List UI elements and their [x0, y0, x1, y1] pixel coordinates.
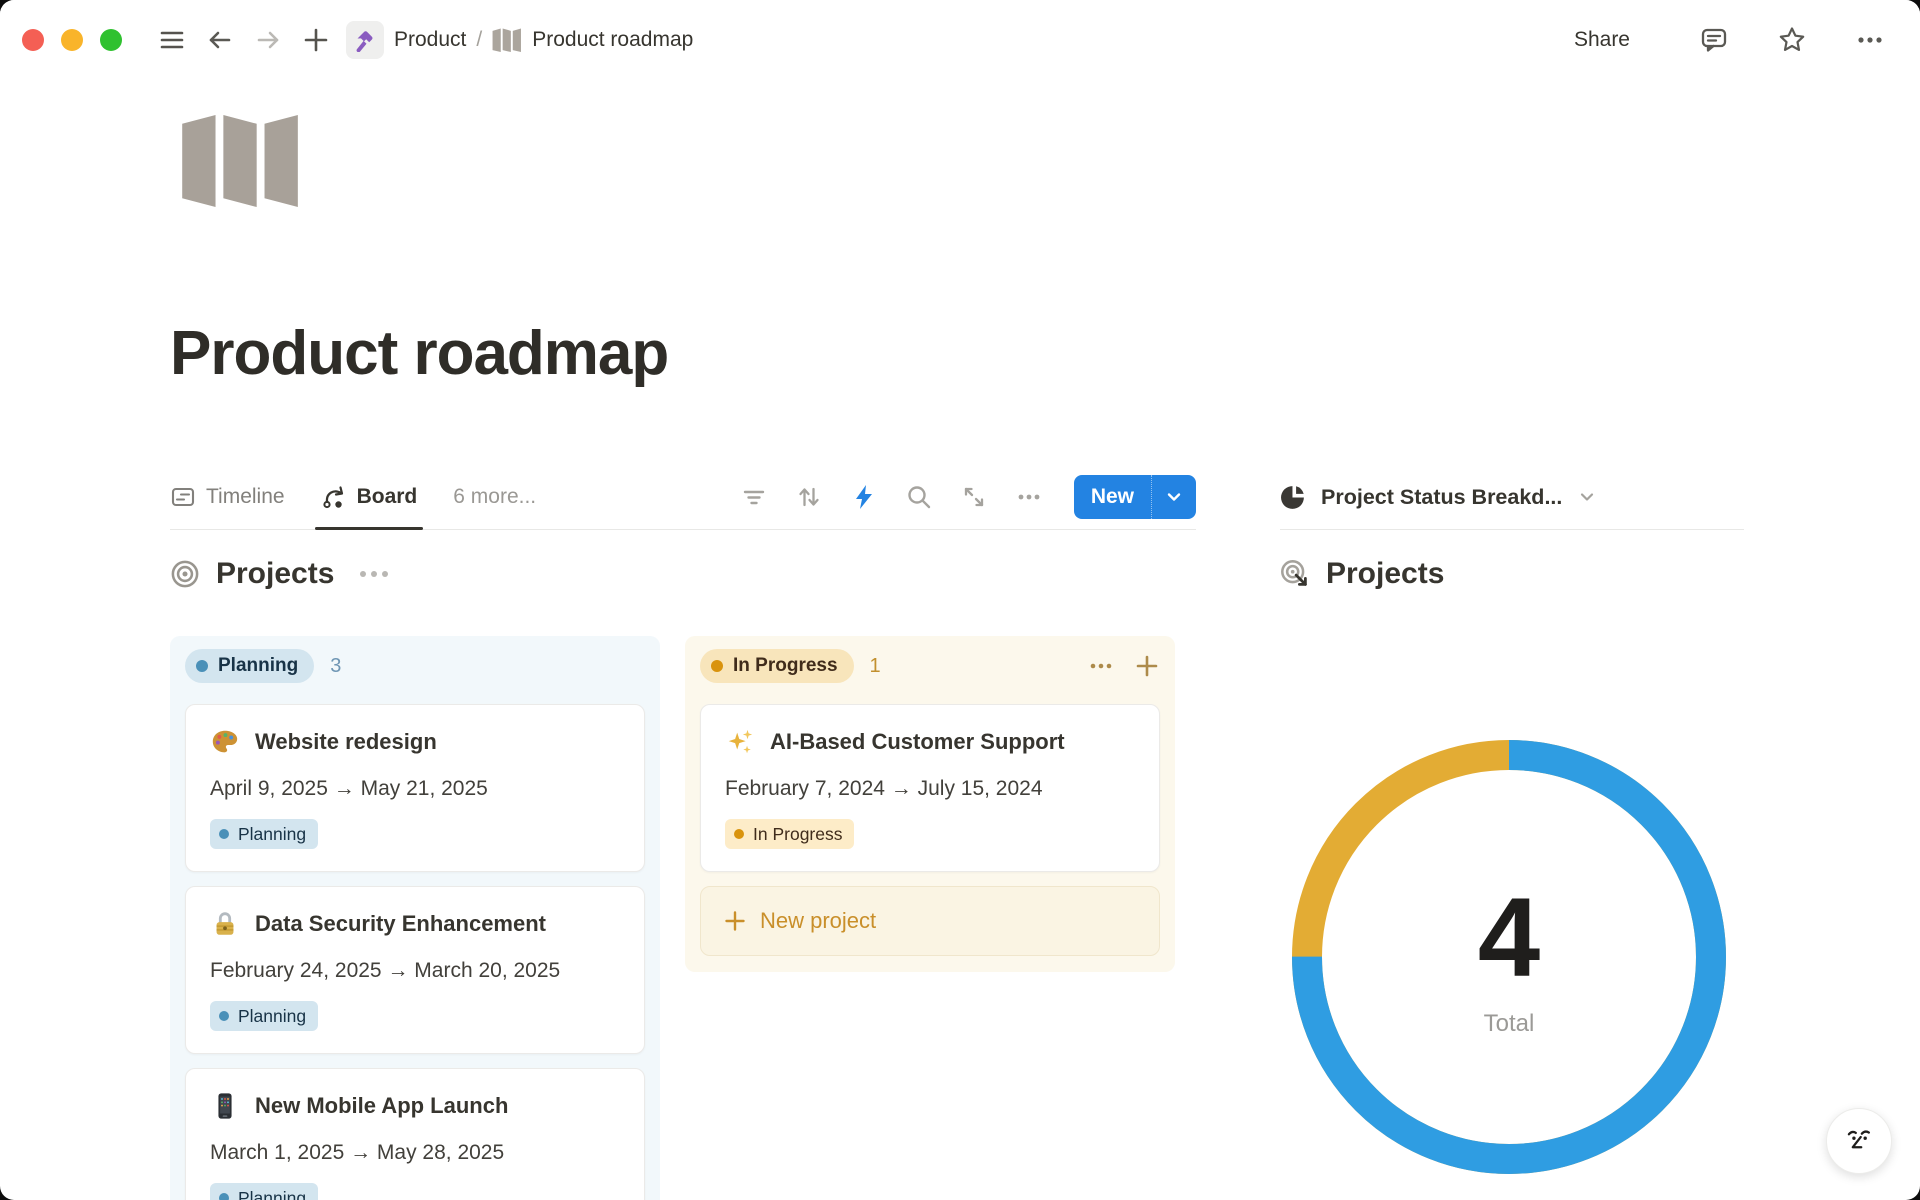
card-title: Website redesign: [255, 729, 437, 755]
page-map-icon[interactable]: [180, 112, 302, 215]
status-donut-chart: 4 Total: [1289, 737, 1729, 1177]
column-in-progress: In Progress 1: [685, 636, 1175, 972]
donut-total-value: 4: [1478, 882, 1540, 994]
chart-view-title: Project Status Breakd...: [1321, 485, 1562, 510]
in-progress-group-pill: In Progress: [700, 649, 854, 683]
favorite-star-icon[interactable]: [1777, 25, 1807, 55]
sidebar-menu-icon[interactable]: [157, 25, 187, 55]
new-project-button[interactable]: New project: [700, 886, 1160, 956]
planning-status-dot: [196, 660, 208, 672]
workspace-hammer-icon[interactable]: [346, 21, 384, 59]
target-icon: [170, 559, 200, 589]
card-dates: February 24, 2025 → March 20, 2025: [210, 959, 620, 983]
column-planning: Planning 3 Website redesign: [170, 636, 660, 1200]
column-options-icon[interactable]: [1088, 653, 1114, 679]
new-project-label: New project: [760, 908, 876, 934]
page-title: Product roadmap: [170, 318, 668, 389]
ai-face-icon: [1841, 1123, 1877, 1159]
board-view-pane: Timeline Board 6 more...: [170, 465, 1196, 1200]
view-toolbar: New: [740, 475, 1196, 519]
forward-icon[interactable]: [253, 25, 283, 55]
mobile-phone-emoji-icon: [210, 1091, 240, 1121]
planning-group-label: Planning: [218, 655, 298, 677]
planning-count: 3: [330, 655, 341, 678]
filter-icon[interactable]: [740, 483, 768, 511]
in-progress-count: 1: [870, 655, 881, 678]
new-record-button[interactable]: New: [1074, 475, 1196, 519]
card-status-tag: Planning: [210, 1183, 318, 1200]
card-status-tag: In Progress: [725, 819, 854, 849]
more-options-icon[interactable]: [1855, 25, 1885, 55]
chart-section-title: Projects: [1326, 557, 1444, 591]
titlebar: Product / Product roadmap Share: [0, 0, 1920, 80]
search-icon[interactable]: [905, 483, 933, 511]
app-window: Product / Product roadmap Share: [0, 0, 1920, 1200]
lock-emoji-icon: [210, 909, 240, 939]
automations-lightning-icon[interactable]: [850, 483, 878, 511]
card-new-mobile-app-launch[interactable]: New Mobile App Launch March 1, 2025 → Ma…: [185, 1068, 645, 1200]
breadcrumb: Product / Product roadmap: [346, 21, 693, 59]
kanban-columns: Planning 3 Website redesign: [170, 636, 1196, 1200]
card-ai-based-customer-support[interactable]: AI-Based Customer Support February 7, 20…: [700, 704, 1160, 872]
tab-more-views[interactable]: 6 more...: [453, 465, 536, 529]
donut-center-label: 4 Total: [1478, 882, 1540, 1038]
sparkles-emoji-icon: [725, 727, 755, 757]
board-section-header: Projects: [170, 546, 1196, 602]
minimize-window-button[interactable]: [61, 29, 83, 51]
column-planning-header: Planning 3: [185, 648, 645, 684]
card-status-tag: Planning: [210, 1001, 318, 1031]
column-add-card-icon[interactable]: [1134, 653, 1160, 679]
tab-timeline-label: Timeline: [206, 485, 285, 509]
card-data-security-enhancement[interactable]: Data Security Enhancement February 24, 2…: [185, 886, 645, 1054]
sort-icon[interactable]: [795, 483, 823, 511]
zoom-window-button[interactable]: [100, 29, 122, 51]
plus-icon: [723, 909, 747, 933]
board-section-title: Projects: [216, 557, 334, 591]
card-dates: February 7, 2024 → July 15, 2024: [725, 777, 1135, 801]
chart-section-header: Projects: [1280, 546, 1744, 602]
breadcrumb-separator: /: [476, 28, 482, 52]
tab-board[interactable]: Board: [321, 465, 418, 529]
in-progress-group-label: In Progress: [733, 655, 838, 677]
expand-view-icon[interactable]: [960, 483, 988, 511]
pie-chart-icon: [1280, 484, 1307, 511]
card-dates: April 9, 2025 → May 21, 2025: [210, 777, 620, 801]
tab-timeline[interactable]: Timeline: [170, 465, 285, 529]
card-title: Data Security Enhancement: [255, 911, 546, 937]
notion-ai-button[interactable]: [1826, 1108, 1892, 1174]
map-page-icon-small: [492, 27, 522, 53]
breadcrumb-workspace[interactable]: Product: [394, 28, 466, 52]
window-controls: [22, 29, 122, 51]
breadcrumb-page[interactable]: Product roadmap: [532, 28, 693, 52]
chevron-down-icon: [1576, 486, 1598, 508]
card-status-tag: Planning: [210, 819, 318, 849]
chart-view-selector[interactable]: Project Status Breakd...: [1280, 465, 1744, 530]
card-title: AI-Based Customer Support: [770, 729, 1065, 755]
new-button-dropdown[interactable]: [1151, 475, 1196, 519]
planning-group-pill: Planning: [185, 649, 314, 683]
new-page-icon[interactable]: [301, 25, 331, 55]
new-button-label[interactable]: New: [1074, 475, 1151, 519]
card-dates: March 1, 2025 → May 28, 2025: [210, 1141, 620, 1165]
view-tab-bar: Timeline Board 6 more...: [170, 465, 1196, 530]
titlebar-actions: Share: [1574, 25, 1894, 55]
view-options-icon[interactable]: [1015, 483, 1043, 511]
chart-view-pane: Project Status Breakd... Projects: [1280, 465, 1744, 602]
back-icon[interactable]: [205, 25, 235, 55]
tab-more-label: 6 more...: [453, 485, 536, 509]
share-button[interactable]: Share: [1574, 28, 1630, 52]
in-progress-status-dot: [711, 660, 723, 672]
tab-board-label: Board: [357, 485, 418, 509]
board-section-options-icon[interactable]: [360, 571, 388, 577]
comments-icon[interactable]: [1699, 25, 1729, 55]
palette-emoji-icon: [210, 727, 240, 757]
card-website-redesign[interactable]: Website redesign April 9, 2025 → May 21,…: [185, 704, 645, 872]
goal-arrow-icon: [1280, 559, 1310, 589]
donut-total-caption: Total: [1484, 1010, 1535, 1038]
card-title: New Mobile App Launch: [255, 1093, 508, 1119]
column-in-progress-header: In Progress 1: [700, 648, 1160, 684]
close-window-button[interactable]: [22, 29, 44, 51]
